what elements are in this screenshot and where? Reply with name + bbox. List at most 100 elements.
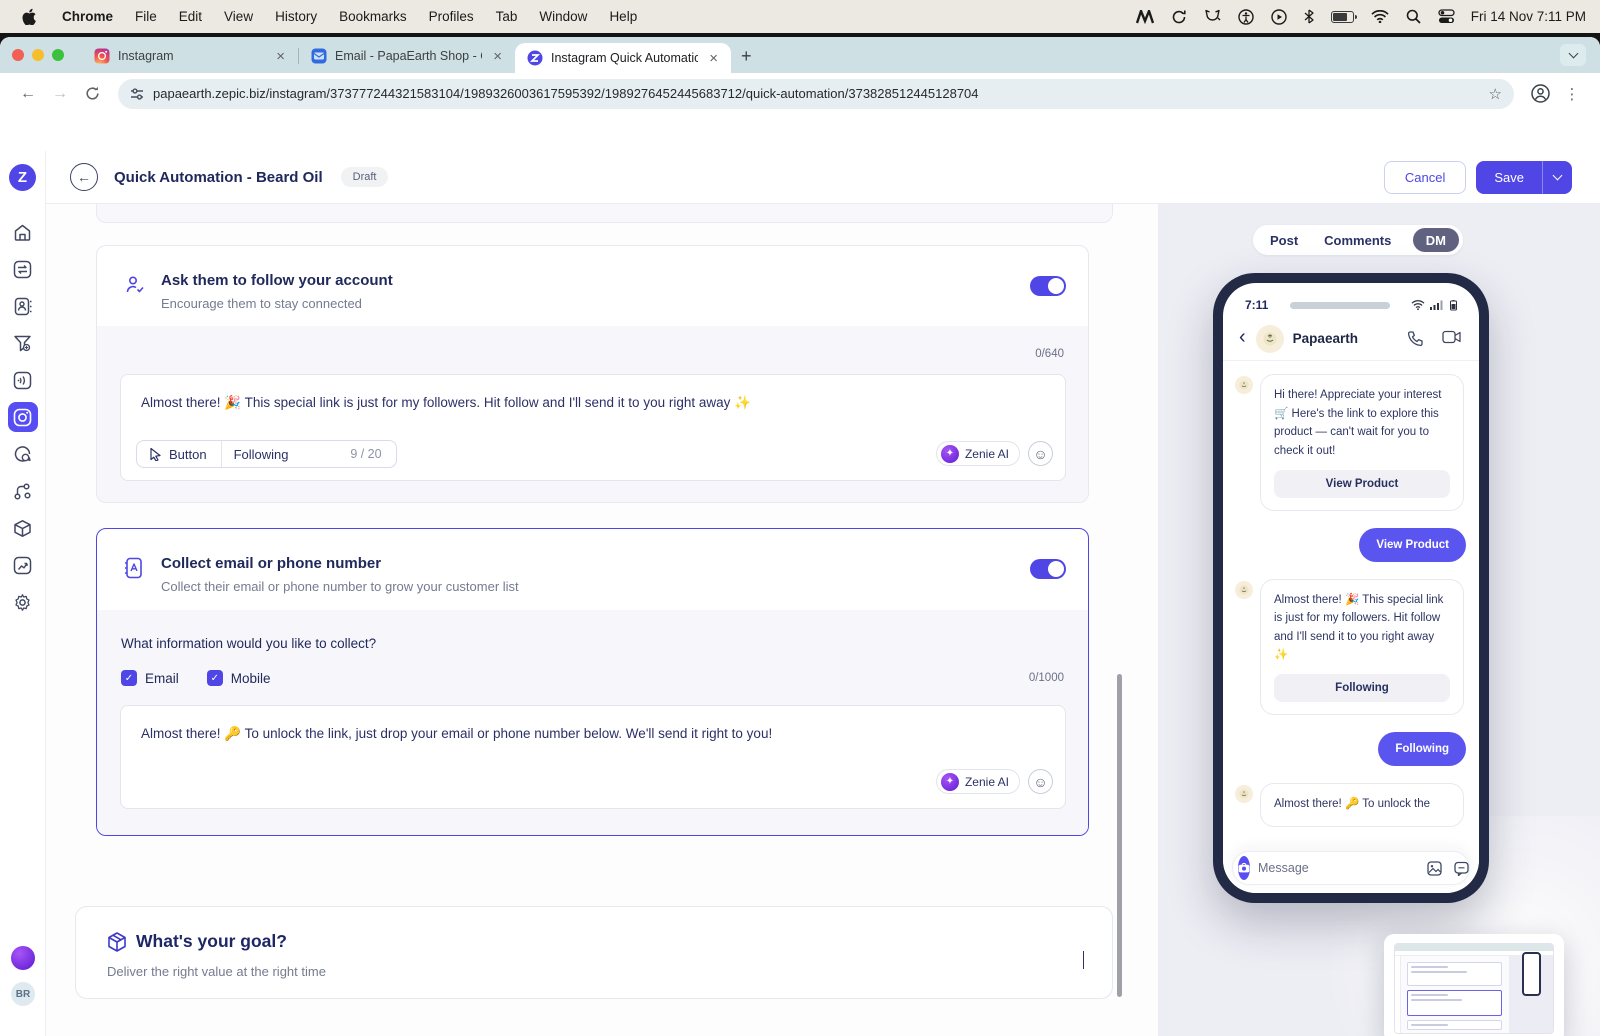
nav-campaigns-icon[interactable] bbox=[13, 259, 33, 279]
screen-share-thumbnail[interactable] bbox=[1384, 934, 1564, 1036]
control-center-icon[interactable] bbox=[1438, 9, 1455, 24]
preview-panel: Post Comments DM 7:11 bbox=[1158, 204, 1600, 1036]
close-window-button[interactable] bbox=[12, 49, 24, 61]
emoji-picker-button[interactable]: ☺ bbox=[1028, 769, 1053, 794]
cancel-button[interactable]: Cancel bbox=[1384, 161, 1466, 194]
nav-inbox-icon[interactable] bbox=[13, 444, 33, 464]
tab-comments[interactable]: Comments bbox=[1311, 233, 1404, 248]
main-scrollbar[interactable] bbox=[1117, 674, 1122, 997]
tab-email[interactable]: Email - PapaEarth Shop - Out × bbox=[299, 39, 515, 73]
wifi-icon[interactable] bbox=[1371, 10, 1389, 23]
support-chat-bubble[interactable] bbox=[11, 946, 35, 970]
menu-window[interactable]: Window bbox=[539, 9, 587, 24]
browser-forward-button[interactable]: → bbox=[46, 80, 74, 108]
goal-card[interactable]: What's your goal? Deliver the right valu… bbox=[75, 906, 1113, 999]
checkbox-checked-icon[interactable]: ✓ bbox=[121, 670, 137, 686]
spotlight-search-icon[interactable] bbox=[1406, 9, 1421, 24]
nav-settings-icon[interactable] bbox=[13, 592, 33, 612]
menu-tab[interactable]: Tab bbox=[496, 9, 518, 24]
tab-instagram[interactable]: Instagram × bbox=[82, 39, 298, 73]
left-navigation-rail: Z BR bbox=[0, 151, 46, 1036]
nav-products-icon[interactable] bbox=[13, 518, 33, 538]
battery-icon[interactable] bbox=[1331, 11, 1354, 23]
nav-analytics-icon[interactable] bbox=[13, 555, 33, 575]
nav-broadcast-icon[interactable] bbox=[13, 370, 33, 390]
browser-menu-button[interactable]: ⋮ bbox=[1558, 80, 1586, 108]
message-cta-button[interactable]: Following bbox=[1274, 674, 1450, 702]
emoji-picker-button[interactable]: ☺ bbox=[1028, 441, 1053, 466]
bluetooth-icon[interactable] bbox=[1304, 9, 1314, 24]
collect-message-textarea[interactable]: Almost there! 🔑 To unlock the link, just… bbox=[120, 705, 1066, 809]
tab-search-button[interactable] bbox=[1560, 44, 1586, 66]
menu-edit[interactable]: Edit bbox=[179, 9, 202, 24]
sync-status-icon[interactable] bbox=[1171, 9, 1187, 25]
mobile-checkbox[interactable]: ✓ Mobile bbox=[207, 670, 271, 686]
zoom-window-button[interactable] bbox=[52, 49, 64, 61]
expand-card-button[interactable] bbox=[1083, 951, 1084, 969]
message-cta-button[interactable]: View Product bbox=[1274, 470, 1450, 498]
back-button[interactable]: ← bbox=[70, 163, 98, 191]
menu-file[interactable]: File bbox=[135, 9, 157, 24]
phone-call-icon[interactable] bbox=[1407, 330, 1424, 347]
follow-toggle[interactable] bbox=[1030, 276, 1066, 296]
tab-quick-automation-active[interactable]: Instagram Quick Automation × bbox=[515, 43, 731, 73]
url-text[interactable]: papaearth.zepic.biz/instagram/3737772443… bbox=[153, 86, 1480, 101]
preview-mode-tabs: Post Comments DM bbox=[1253, 225, 1463, 255]
menu-profiles[interactable]: Profiles bbox=[429, 9, 474, 24]
checkbox-checked-icon[interactable]: ✓ bbox=[207, 670, 223, 686]
bookmark-star-icon[interactable]: ☆ bbox=[1489, 85, 1502, 103]
apple-logo-icon[interactable] bbox=[22, 8, 37, 25]
thumbnail-mini-card bbox=[1407, 1020, 1502, 1030]
playback-status-icon[interactable] bbox=[1271, 9, 1287, 25]
video-call-icon[interactable] bbox=[1442, 330, 1461, 344]
browser-reload-button[interactable] bbox=[78, 80, 106, 108]
site-settings-icon[interactable] bbox=[130, 87, 144, 101]
zenie-ai-button[interactable]: ✦ Zenie AI bbox=[936, 769, 1020, 794]
accessibility-status-icon[interactable] bbox=[1238, 9, 1254, 25]
button-text-input[interactable] bbox=[222, 447, 334, 462]
browser-back-button[interactable]: ← bbox=[14, 80, 42, 108]
collect-message-text[interactable]: Almost there! 🔑 To unlock the link, just… bbox=[141, 724, 1025, 744]
button-type-segment[interactable]: Button bbox=[137, 441, 222, 467]
minimize-window-button[interactable] bbox=[32, 49, 44, 61]
menu-help[interactable]: Help bbox=[609, 9, 637, 24]
save-button[interactable]: Save bbox=[1476, 161, 1572, 194]
close-tab-icon[interactable]: × bbox=[273, 49, 288, 64]
save-button-label[interactable]: Save bbox=[1476, 161, 1542, 194]
profile-button[interactable] bbox=[1526, 84, 1554, 103]
collect-toggle[interactable] bbox=[1030, 559, 1066, 579]
menu-view[interactable]: View bbox=[224, 9, 253, 24]
nav-contacts-icon[interactable] bbox=[13, 296, 33, 316]
nav-home-icon[interactable] bbox=[13, 222, 33, 242]
follow-message-text[interactable]: Almost there! 🎉 This special link is jus… bbox=[141, 393, 1025, 413]
menu-history[interactable]: History bbox=[275, 9, 317, 24]
email-checkbox[interactable]: ✓ Email bbox=[121, 670, 179, 686]
chat-header: ‹ Papaearth bbox=[1223, 317, 1479, 361]
zepic-logo[interactable]: Z bbox=[9, 164, 36, 191]
save-dropdown-button[interactable] bbox=[1542, 161, 1572, 194]
camera-button[interactable] bbox=[1238, 856, 1250, 880]
mosaic-logo-icon[interactable] bbox=[1136, 10, 1154, 24]
new-tab-button[interactable]: + bbox=[731, 46, 762, 67]
nav-workflows-icon[interactable] bbox=[13, 481, 33, 501]
pet-app-icon[interactable] bbox=[1204, 9, 1221, 24]
close-tab-icon[interactable]: × bbox=[706, 51, 721, 66]
button-segment-label: Button bbox=[169, 447, 207, 462]
gallery-icon[interactable] bbox=[1427, 861, 1442, 876]
chevron-back-icon[interactable]: ‹ bbox=[1239, 326, 1246, 349]
close-tab-icon[interactable]: × bbox=[490, 49, 505, 64]
menu-bookmarks[interactable]: Bookmarks bbox=[339, 9, 407, 24]
tab-post[interactable]: Post bbox=[1257, 233, 1311, 248]
user-avatar[interactable]: BR bbox=[11, 982, 35, 1006]
nav-segments-icon[interactable] bbox=[13, 333, 33, 353]
tab-dm-active[interactable]: DM bbox=[1413, 228, 1459, 252]
address-bar[interactable]: papaearth.zepic.biz/instagram/3737772443… bbox=[118, 79, 1514, 109]
comment-icon[interactable] bbox=[1454, 861, 1469, 876]
thumbnail-mini-phone bbox=[1522, 952, 1541, 996]
follow-message-textarea[interactable]: Almost there! 🎉 This special link is jus… bbox=[120, 374, 1066, 481]
zenie-ai-button[interactable]: ✦ Zenie AI bbox=[936, 441, 1020, 466]
nav-instagram-icon[interactable] bbox=[8, 402, 38, 432]
message-input[interactable] bbox=[1258, 861, 1419, 875]
menu-chrome[interactable]: Chrome bbox=[62, 9, 113, 24]
bot-message: Hi there! Appreciate your interest 🛒 Her… bbox=[1235, 374, 1466, 511]
